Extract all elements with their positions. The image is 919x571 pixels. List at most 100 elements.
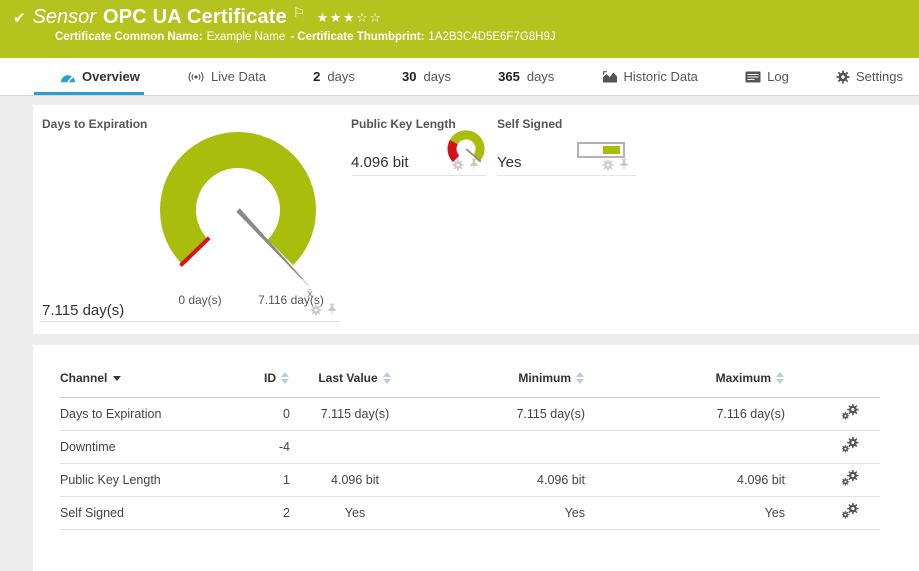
gauge-tile-days-to-expiration[interactable]: Days to Expiration x̄ 0 day(s) 7.116 day…: [33, 105, 345, 322]
channel-gear-icon[interactable]: [602, 159, 614, 171]
tab-live-data[interactable]: Live Data: [187, 58, 266, 95]
channel-id: 0: [245, 397, 290, 430]
table-row: Days to Expiration 0 7.115 day(s) 7.115 …: [60, 397, 880, 430]
channel-pin-icon[interactable]: [619, 158, 629, 171]
sort-desc-icon: [113, 376, 121, 381]
channel-id: 2: [245, 496, 290, 529]
column-header-maximum[interactable]: Maximum: [585, 359, 785, 397]
channel-gear-icon[interactable]: [310, 304, 322, 316]
channel-minimum: 4.096 bit: [420, 463, 585, 496]
tab-365-days[interactable]: 365 days: [498, 58, 554, 95]
tab-label: Live Data: [211, 69, 266, 84]
sort-icon: [576, 372, 585, 384]
tab-settings[interactable]: Settings: [836, 58, 903, 95]
column-header-last-value[interactable]: Last Value: [290, 359, 420, 397]
channel-value: 4.096 bit: [351, 154, 409, 171]
tile-divider: [352, 175, 486, 176]
common-name-value: Example Name: [207, 31, 286, 43]
channel-name: Downtime: [60, 430, 245, 463]
tab-label: days: [423, 69, 450, 84]
channel-minimum: [420, 430, 585, 463]
star-empty-icons[interactable]: ☆☆: [356, 10, 382, 25]
channel-minimum: 7.115 day(s): [420, 397, 585, 430]
tab-overview[interactable]: Overview: [60, 58, 140, 95]
column-label: Last Value: [318, 371, 377, 385]
sort-icon: [383, 372, 392, 384]
channel-pin-icon[interactable]: [327, 303, 337, 316]
tab-historic-data[interactable]: Historic Data: [602, 58, 698, 95]
channel-last-value: 7.115 day(s): [290, 397, 420, 430]
table-row: Public Key Length 1 4.096 bit 4.096 bit …: [60, 463, 880, 496]
star-filled-icons[interactable]: ★★★: [317, 10, 356, 25]
channel-settings-icon[interactable]: [842, 404, 859, 420]
days-to-expiration-gauge: x̄: [133, 115, 333, 300]
channel-name: Self Signed: [60, 496, 245, 529]
page-title: OPC UA Certificate: [103, 6, 287, 29]
channel-maximum: 7.116 day(s): [585, 397, 785, 430]
column-label: ID: [264, 371, 276, 385]
channel-maximum: 4.096 bit: [585, 463, 785, 496]
tab-number: 2: [313, 69, 320, 84]
channel-last-value: Yes: [290, 496, 420, 529]
column-header-id[interactable]: ID: [245, 359, 290, 397]
channel-name: Days to Expiration: [60, 397, 245, 430]
channel-id: -4: [245, 430, 290, 463]
gauges-panel: Days to Expiration x̄ 0 day(s) 7.116 day…: [33, 105, 919, 334]
channel-last-value: 4.096 bit: [290, 463, 420, 496]
channel-value: Yes: [497, 154, 521, 171]
sort-icon: [776, 372, 785, 384]
status-ok-icon: ✔: [13, 9, 26, 27]
sensor-subtitle: Certificate Common Name:Example Name- Ce…: [55, 31, 919, 43]
column-label: Channel: [60, 371, 107, 385]
toggle-on-block: [603, 146, 620, 154]
gauge-icon: [60, 71, 76, 83]
priority-stars[interactable]: ★★★☆☆: [317, 10, 383, 26]
tab-label: days: [327, 69, 354, 84]
tab-2-days[interactable]: 2 days: [313, 58, 355, 95]
tab-log[interactable]: Log: [745, 58, 789, 95]
column-header-channel[interactable]: Channel: [60, 359, 245, 397]
broadcast-icon: [187, 71, 205, 83]
tab-bar: Overview Live Data 2 days 30 days 365 da…: [0, 58, 919, 96]
common-name-label: Certificate Common Name:: [55, 31, 203, 43]
column-label: Minimum: [518, 371, 571, 385]
tab-number: 30: [402, 69, 416, 84]
channel-name: Public Key Length: [60, 463, 245, 496]
tile-title: Days to Expiration: [42, 117, 147, 131]
sensor-header: ✔ Sensor OPC UA Certificate ⚐ ★★★☆☆ Cert…: [0, 0, 919, 58]
channel-id: 1: [245, 463, 290, 496]
tab-label: Log: [767, 69, 789, 84]
gauge-min-label: 0 day(s): [160, 293, 240, 307]
tile-divider: [39, 321, 340, 322]
channels-panel: Channel ID Last Value Minimum Maximum: [33, 345, 919, 571]
gauge-tile-self-signed[interactable]: Self Signed Yes: [491, 105, 641, 176]
gear-icon: [836, 70, 850, 84]
channel-maximum: [585, 430, 785, 463]
sort-icon: [281, 372, 290, 384]
channel-settings-icon[interactable]: [842, 470, 859, 486]
tab-30-days[interactable]: 30 days: [402, 58, 451, 95]
channel-pin-icon[interactable]: [469, 158, 479, 171]
column-label: Maximum: [716, 371, 771, 385]
table-header-row: Channel ID Last Value Minimum Maximum: [60, 359, 880, 397]
channel-settings-icon[interactable]: [842, 437, 859, 453]
channel-last-value: [290, 430, 420, 463]
channel-settings-icon[interactable]: [842, 503, 859, 519]
tab-label: Settings: [856, 69, 903, 84]
channels-table: Channel ID Last Value Minimum Maximum: [60, 359, 880, 530]
tab-label: days: [527, 69, 554, 84]
flag-icon[interactable]: ⚐: [293, 5, 305, 21]
sensor-title-row: ✔ Sensor OPC UA Certificate ⚐ ★★★☆☆: [13, 6, 919, 29]
tab-label: Overview: [82, 69, 140, 84]
prtg-sensor-page: ✔ Sensor OPC UA Certificate ⚐ ★★★☆☆ Cert…: [0, 0, 919, 571]
table-row: Self Signed 2 Yes Yes Yes: [60, 496, 880, 529]
gauge-tile-public-key-length[interactable]: Public Key Length 4.096 bit: [346, 105, 491, 176]
tab-number: 365: [498, 69, 520, 84]
channel-value: 7.115 day(s): [42, 302, 124, 319]
overview-content: Days to Expiration x̄ 0 day(s) 7.116 day…: [0, 96, 919, 571]
column-header-minimum[interactable]: Minimum: [420, 359, 585, 397]
channel-gear-icon[interactable]: [452, 159, 464, 171]
tile-title: Self Signed: [497, 117, 562, 131]
channel-maximum: Yes: [585, 496, 785, 529]
sensor-type-label: Sensor: [33, 6, 96, 29]
